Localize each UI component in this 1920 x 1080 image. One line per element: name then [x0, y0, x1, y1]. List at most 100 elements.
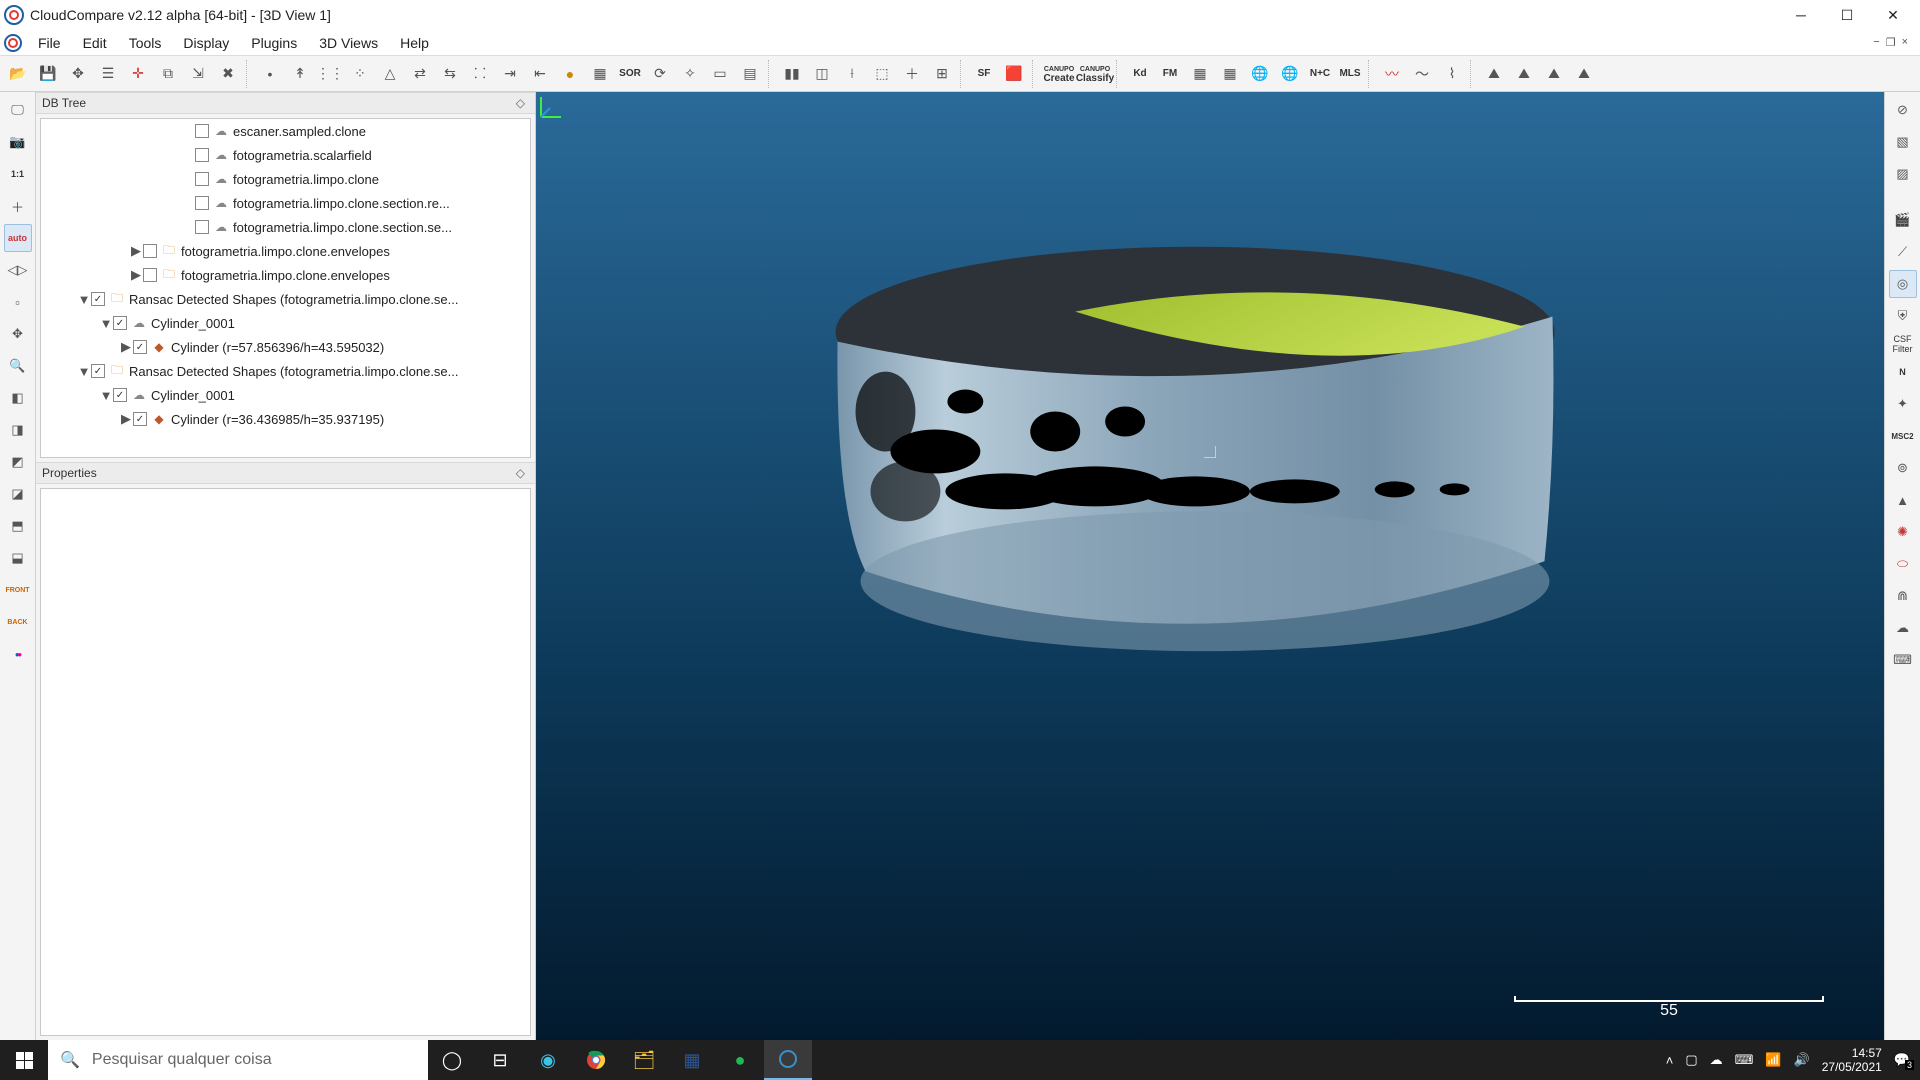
tree-item[interactable]: ▶✓◆Cylinder (r=36.436985/h=35.937195): [41, 407, 530, 431]
nc-button[interactable]: N+C: [1306, 60, 1334, 88]
camera2-icon[interactable]: 📷: [4, 128, 32, 156]
tree-item[interactable]: ▼✓🗀Ransac Detected Shapes (fotogrametria…: [41, 287, 530, 311]
sound-icon[interactable]: 🔊: [1794, 1052, 1810, 1068]
n-button[interactable]: N: [1889, 358, 1917, 386]
sf-button[interactable]: SF: [970, 60, 998, 88]
tree-checkbox[interactable]: [195, 148, 209, 162]
globe-icon[interactable]: 🌐: [1246, 60, 1274, 88]
sor-button[interactable]: SOR: [616, 60, 644, 88]
taskbar-search[interactable]: 🔍 Pesquisar qualquer coisa: [48, 1040, 428, 1080]
register-icon[interactable]: ⇆: [436, 60, 464, 88]
menu-file[interactable]: File: [28, 33, 71, 53]
menu-plugins[interactable]: Plugins: [241, 33, 307, 53]
menu-help[interactable]: Help: [390, 33, 439, 53]
ellipse-icon[interactable]: ⬭: [1889, 550, 1917, 578]
mesh4-icon[interactable]: ⛰: [1570, 60, 1598, 88]
properties-header[interactable]: Properties ◇: [36, 462, 535, 484]
terrain2-icon[interactable]: ▨: [1889, 160, 1917, 188]
tree-checkbox[interactable]: ✓: [113, 316, 127, 330]
kd-button[interactable]: Kd: [1126, 60, 1154, 88]
oneone-button[interactable]: 1:1: [4, 160, 32, 188]
start-button[interactable]: [0, 1040, 48, 1080]
color-icon[interactable]: 🟥: [1000, 60, 1028, 88]
list-icon[interactable]: ☰: [94, 60, 122, 88]
tree-item[interactable]: ▼✓☁Cylinder_0001: [41, 311, 530, 335]
delete-icon[interactable]: ✖: [214, 60, 242, 88]
ortho-icon[interactable]: ▫: [4, 288, 32, 316]
tree-checkbox[interactable]: [195, 220, 209, 234]
pick-icon[interactable]: ✥: [64, 60, 92, 88]
sbf2-icon[interactable]: ▦: [1216, 60, 1244, 88]
delaunay-icon[interactable]: △: [376, 60, 404, 88]
maximize-button[interactable]: ☐: [1824, 0, 1870, 30]
tree-twisty-icon[interactable]: ▼: [99, 388, 113, 403]
edge-icon[interactable]: ◉: [524, 1040, 572, 1080]
open-icon[interactable]: 📂: [4, 60, 32, 88]
tree-checkbox[interactable]: ✓: [113, 388, 127, 402]
tree-checkbox[interactable]: ✓: [91, 292, 105, 306]
subsample-icon[interactable]: ⸬: [466, 60, 494, 88]
anim-icon[interactable]: 🎬: [1889, 206, 1917, 234]
3d-viewport[interactable]: 55: [536, 92, 1884, 1040]
iso4-icon[interactable]: ◪: [4, 480, 32, 508]
menu-tools[interactable]: Tools: [119, 33, 172, 53]
cloud2-icon[interactable]: ☁: [1889, 614, 1917, 642]
grid2-icon[interactable]: ⊞: [928, 60, 956, 88]
ban-icon[interactable]: ⊘: [1889, 96, 1917, 124]
tree-twisty-icon[interactable]: ▶: [119, 411, 133, 427]
chrome-icon[interactable]: [572, 1040, 620, 1080]
camera-icon[interactable]: ◫: [808, 60, 836, 88]
section-icon[interactable]: ▤: [736, 60, 764, 88]
mls-button[interactable]: MLS: [1336, 60, 1364, 88]
compass-icon[interactable]: ◎: [1889, 270, 1917, 298]
move-icon[interactable]: ✥: [4, 320, 32, 348]
label-icon[interactable]: ●: [556, 60, 584, 88]
canupo-classify-button[interactable]: CANUPOClassify: [1078, 60, 1112, 88]
iso2-icon[interactable]: ◨: [4, 416, 32, 444]
mesh3-icon[interactable]: ⛰: [1540, 60, 1568, 88]
m3c2-icon[interactable]: ⊚: [1889, 454, 1917, 482]
mesh2-icon[interactable]: ⛰: [1510, 60, 1538, 88]
onedrive-icon[interactable]: ▢: [1685, 1052, 1697, 1068]
crosshair-icon[interactable]: ✛: [124, 60, 152, 88]
point-icon[interactable]: •: [256, 60, 284, 88]
histogram-icon[interactable]: ▮▮: [778, 60, 806, 88]
keyboard-icon[interactable]: ⌨: [1889, 646, 1917, 674]
tree-item[interactable]: ▶✓◆Cylinder (r=57.856396/h=43.595032): [41, 335, 530, 359]
curve-icon[interactable]: 〰: [1378, 60, 1406, 88]
tree-twisty-icon[interactable]: ▼: [99, 316, 113, 331]
center-icon[interactable]: ＋: [4, 192, 32, 220]
cloudcompare-taskbar-icon[interactable]: [764, 1040, 812, 1080]
crop-icon[interactable]: ⬚: [868, 60, 896, 88]
tree-item[interactable]: ▼✓☁Cylinder_0001: [41, 383, 530, 407]
globe2-icon[interactable]: 🌐: [1276, 60, 1304, 88]
mdi-close-icon[interactable]: ×: [1902, 36, 1908, 49]
undock-icon[interactable]: ◇: [512, 96, 529, 110]
mesh1-icon[interactable]: ⛰: [1480, 60, 1508, 88]
msc-button[interactable]: MSC2: [1889, 422, 1917, 450]
tree-item[interactable]: ▼✓🗀Ransac Detected Shapes (fotogrametria…: [41, 359, 530, 383]
align-icon[interactable]: ⇄: [406, 60, 434, 88]
sra-icon[interactable]: ⋒: [1889, 582, 1917, 610]
filter-icon[interactable]: ▦: [586, 60, 614, 88]
spline2-icon[interactable]: ⌇: [1438, 60, 1466, 88]
plane-icon[interactable]: ▭: [706, 60, 734, 88]
screen-icon[interactable]: 🖵: [4, 96, 32, 124]
tree-item[interactable]: ☁fotogrametria.limpo.clone: [41, 167, 530, 191]
merge-icon[interactable]: ⇲: [184, 60, 212, 88]
hpr-icon[interactable]: ✦: [1889, 390, 1917, 418]
explorer-icon[interactable]: 🗂: [620, 1040, 668, 1080]
taskbar-clock[interactable]: 14:57 27/05/2021: [1822, 1046, 1882, 1074]
system-tray[interactable]: ˄ ▢ ☁ ⌨ 📶 🔊 14:57 27/05/2021 💬3: [1656, 1046, 1920, 1074]
minimize-button[interactable]: ─: [1778, 0, 1824, 30]
normal-icon[interactable]: ↟: [286, 60, 314, 88]
menu-display[interactable]: Display: [173, 33, 239, 53]
broom-icon[interactable]: ⟋: [1889, 238, 1917, 266]
iso6-icon[interactable]: ⬓: [4, 544, 32, 572]
auto-button[interactable]: auto: [4, 224, 32, 252]
close-button[interactable]: ✕: [1870, 0, 1916, 30]
tree-checkbox[interactable]: ✓: [91, 364, 105, 378]
back-button[interactable]: BACK: [4, 608, 32, 636]
undock-icon[interactable]: ◇: [512, 466, 529, 480]
dbtree-header[interactable]: DB Tree ◇: [36, 92, 535, 114]
